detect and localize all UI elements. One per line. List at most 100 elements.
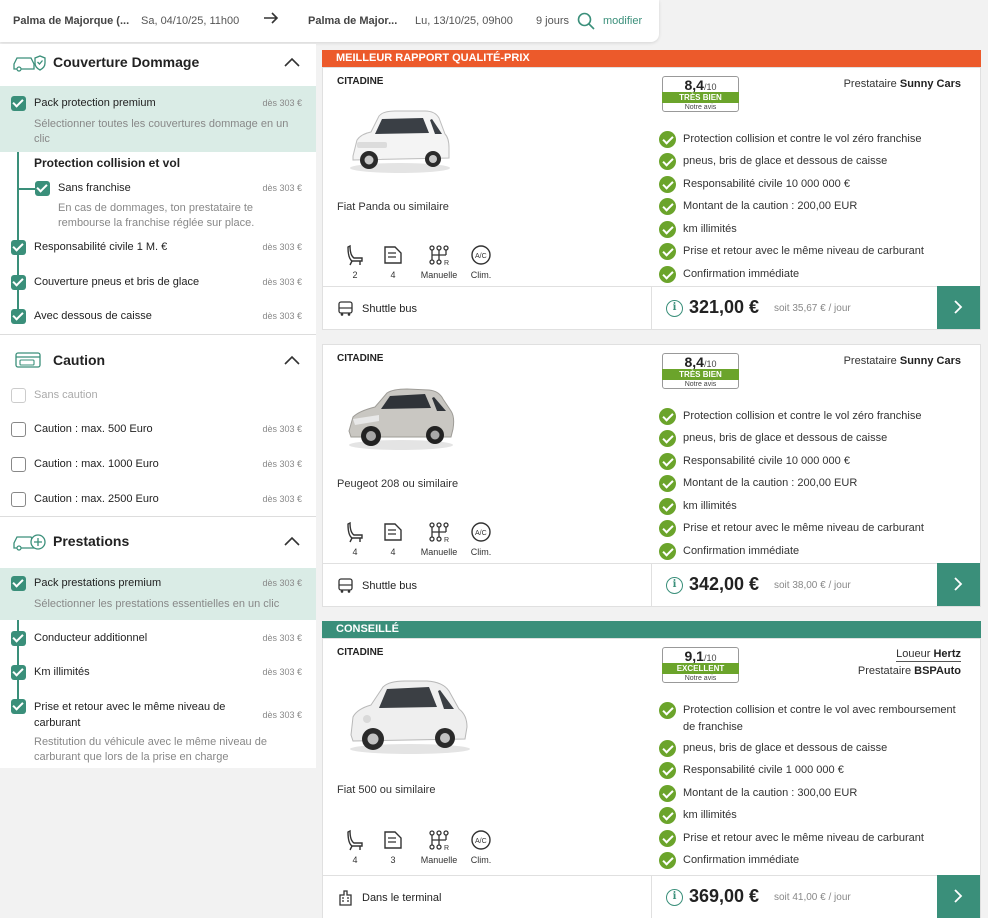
car-specs: 4 3 R Manuelle A/C Clim. <box>337 829 507 871</box>
air-conditioning-icon: A/C <box>471 830 491 850</box>
transmission-spec: R Manuelle <box>417 244 461 280</box>
seats-value: 4 <box>352 547 358 557</box>
search-icon[interactable] <box>577 12 595 33</box>
checkbox-checked[interactable] <box>11 240 26 255</box>
deposit-option-price: dès 303 € <box>262 424 302 434</box>
bus-icon <box>338 301 353 316</box>
rating-score: 9,1/10 <box>684 648 717 664</box>
checkbox-checked[interactable] <box>35 181 50 196</box>
select-offer-button[interactable] <box>937 286 980 329</box>
checkbox-checked[interactable] <box>11 576 26 591</box>
total-price: 369,00 € <box>689 886 760 906</box>
coverage-section-header[interactable]: Couverture Dommage <box>0 44 316 80</box>
tree-line <box>17 152 19 322</box>
tires-label: Couverture pneus et bris de glace <box>34 276 200 288</box>
feature-item: km illimités <box>659 221 969 238</box>
check-icon <box>659 243 676 260</box>
transmission-value: Manuelle <box>420 855 458 865</box>
info-icon[interactable]: i <box>666 889 683 906</box>
car-plus-icon <box>13 534 46 551</box>
unlimited-km-label: Km illimités <box>34 666 90 678</box>
check-icon <box>659 131 676 148</box>
select-offer-button[interactable] <box>937 563 980 606</box>
chevron-up-icon[interactable] <box>284 536 300 546</box>
fuel-policy-desc: Restitution du véhicule avec le même niv… <box>34 736 267 763</box>
checkbox-checked[interactable] <box>11 275 26 290</box>
price-per-day: soit 41,00 € / jour <box>774 892 851 903</box>
check-icon <box>659 785 676 802</box>
checkbox-unchecked[interactable] <box>11 422 26 437</box>
pickup-date: Sa, 04/10/25, 11h00 <box>141 15 240 27</box>
chevron-right-icon <box>954 577 963 591</box>
coverage-section-title: Couverture Dommage <box>53 54 200 70</box>
deposit-section-header[interactable]: Caution <box>0 342 316 378</box>
feature-item: Prise et retour avec le même niveau de c… <box>659 520 969 537</box>
chevron-up-icon[interactable] <box>284 57 300 67</box>
luggage-icon <box>384 246 402 264</box>
car-model: Fiat 500 ou similaire <box>337 784 436 796</box>
checkbox-checked[interactable] <box>11 699 26 714</box>
modify-search-link[interactable]: modifier <box>603 15 642 27</box>
total-price: 342,00 € <box>689 574 760 594</box>
offer-footer: Shuttle bus i 342,00 € soit 38,00 € / jo… <box>323 563 980 607</box>
feature-item: Responsabilité civile 10 000 000 € <box>659 453 969 470</box>
services-section-header[interactable]: Prestations <box>0 523 316 559</box>
checkbox-checked[interactable] <box>11 96 26 111</box>
coverage-premium-pack[interactable]: Pack protection premium dès 303 € Sélect… <box>0 86 316 152</box>
liability-label: Responsabilité civile 1 M. € <box>34 241 168 253</box>
car-specs: 2 4 R Manuelle A/C Clim. <box>337 244 507 286</box>
info-icon[interactable]: i <box>666 300 683 317</box>
car-image <box>348 388 455 450</box>
feature-item: km illimités <box>659 807 969 824</box>
arrow-right-icon <box>262 9 280 32</box>
feature-item: Prise et retour avec le même niveau de c… <box>659 830 969 847</box>
seats-value: 4 <box>352 855 358 865</box>
svg-text:R: R <box>444 260 449 266</box>
renter-info[interactable]: Loueur Hertz <box>896 648 961 662</box>
transmission-spec: R Manuelle <box>417 521 461 557</box>
checkbox-disabled <box>11 388 26 403</box>
check-icon <box>659 543 676 560</box>
services-premium-pack[interactable]: Pack prestations premium dès 303 € Sélec… <box>0 568 316 620</box>
gearbox-icon: R <box>429 830 449 851</box>
seat-icon <box>347 521 363 543</box>
divider <box>0 516 316 517</box>
chevron-up-icon[interactable] <box>284 355 300 365</box>
check-icon <box>659 762 676 779</box>
checkbox-checked[interactable] <box>11 309 26 324</box>
info-icon[interactable]: i <box>666 577 683 594</box>
feature-item: km illimités <box>659 498 969 515</box>
pickup-location: Palma de Majorque (... <box>13 15 130 27</box>
provider-info: Prestataire Sunny Cars <box>843 355 961 367</box>
deposit-option-label: Caution : max. 2500 Euro <box>34 493 159 505</box>
seats-spec: 4 <box>335 829 375 865</box>
checkbox-checked[interactable] <box>11 631 26 646</box>
services-premium-price: dès 303 € <box>262 578 302 588</box>
car-image <box>350 680 470 754</box>
feature-item: Confirmation immédiate <box>659 852 969 869</box>
check-icon <box>659 221 676 238</box>
offer-footer: Shuttle bus i 321,00 € soit 35,67 € / jo… <box>323 286 980 330</box>
recommended-banner: CONSEILLÉ <box>322 621 981 638</box>
car-category: CITADINE <box>337 647 384 658</box>
price-per-day: soit 38,00 € / jour <box>774 580 851 591</box>
select-offer-button[interactable] <box>937 875 980 918</box>
car-model: Fiat Panda ou similaire <box>337 201 449 213</box>
check-icon <box>659 408 676 425</box>
tree-branch <box>17 188 35 190</box>
rating-caption: Notre avis <box>684 381 717 388</box>
search-summary-bar[interactable]: Palma de Majorque (... Sa, 04/10/25, 11h… <box>0 0 659 42</box>
checkbox-unchecked[interactable] <box>11 492 26 507</box>
checkbox-unchecked[interactable] <box>11 457 26 472</box>
rating-badge: 8,4/10 TRÈS BIEN Notre avis <box>662 353 739 389</box>
ac-value: Clim. <box>470 855 492 865</box>
offer-card: CITADINE Fiat 500 ou similaire 4 3 R Man… <box>322 638 981 918</box>
rating-verdict: TRÈS BIEN <box>662 92 739 103</box>
checkbox-checked[interactable] <box>11 665 26 680</box>
rental-duration: 9 jours <box>536 15 570 27</box>
bags-spec: 4 <box>373 244 413 280</box>
bags-value: 4 <box>390 270 396 280</box>
svg-text:R: R <box>444 537 449 543</box>
provider-info: Prestataire BSPAuto <box>857 665 961 677</box>
bus-icon <box>338 578 353 593</box>
